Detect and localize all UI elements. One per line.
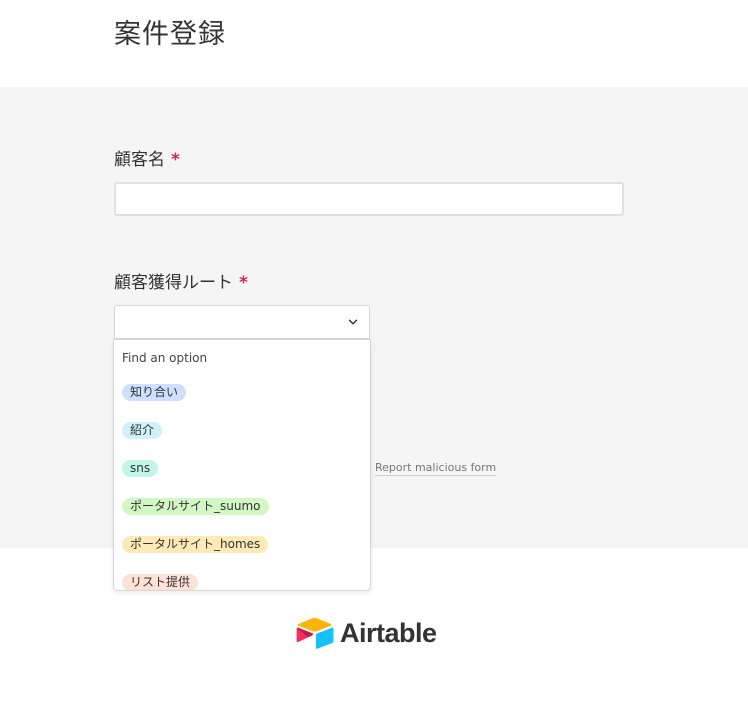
form-page: 案件登録 顧客名 * 顧客獲得ルート * Report malicious form…	[0, 0, 748, 704]
option-pill: ポータルサイト_homes	[122, 536, 269, 553]
acquisition-route-label-text: 顧客獲得ルート	[114, 273, 233, 293]
option-pill: リスト提供	[122, 574, 199, 590]
option-pill: 知り合い	[122, 384, 187, 401]
option-item[interactable]: sns	[122, 457, 159, 477]
option-search-input[interactable]	[122, 349, 352, 367]
customer-name-input[interactable]	[114, 182, 624, 216]
airtable-logo[interactable]: Airtable	[295, 616, 437, 650]
option-item[interactable]: ポータルサイト_homes	[122, 533, 269, 553]
customer-name-label-text: 顧客名	[114, 150, 165, 170]
required-mark: *	[171, 150, 180, 170]
required-mark: *	[239, 273, 248, 293]
option-dropdown: 知り合い 紹介 sns ポータルサイト_suumo ポータルサイト_homes …	[113, 339, 371, 591]
airtable-logo-icon	[296, 617, 334, 649]
form-title: 案件登録	[114, 19, 226, 50]
option-pill: 紹介	[122, 422, 163, 439]
customer-name-label: 顧客名 *	[114, 145, 180, 170]
option-item[interactable]: ポータルサイト_suumo	[122, 495, 269, 515]
option-item[interactable]: リスト提供	[122, 571, 199, 590]
option-item[interactable]: 紹介	[122, 419, 163, 439]
chevron-down-icon	[348, 319, 358, 325]
option-item[interactable]: 知り合い	[122, 381, 187, 401]
acquisition-route-label: 顧客獲得ルート *	[114, 268, 248, 293]
acquisition-route-select[interactable]	[114, 305, 370, 339]
report-malicious-form-link[interactable]: Report malicious form	[375, 461, 497, 476]
airtable-wordmark: Airtable	[340, 617, 437, 648]
option-pill: ポータルサイト_suumo	[122, 498, 269, 515]
option-pill: sns	[122, 460, 159, 477]
